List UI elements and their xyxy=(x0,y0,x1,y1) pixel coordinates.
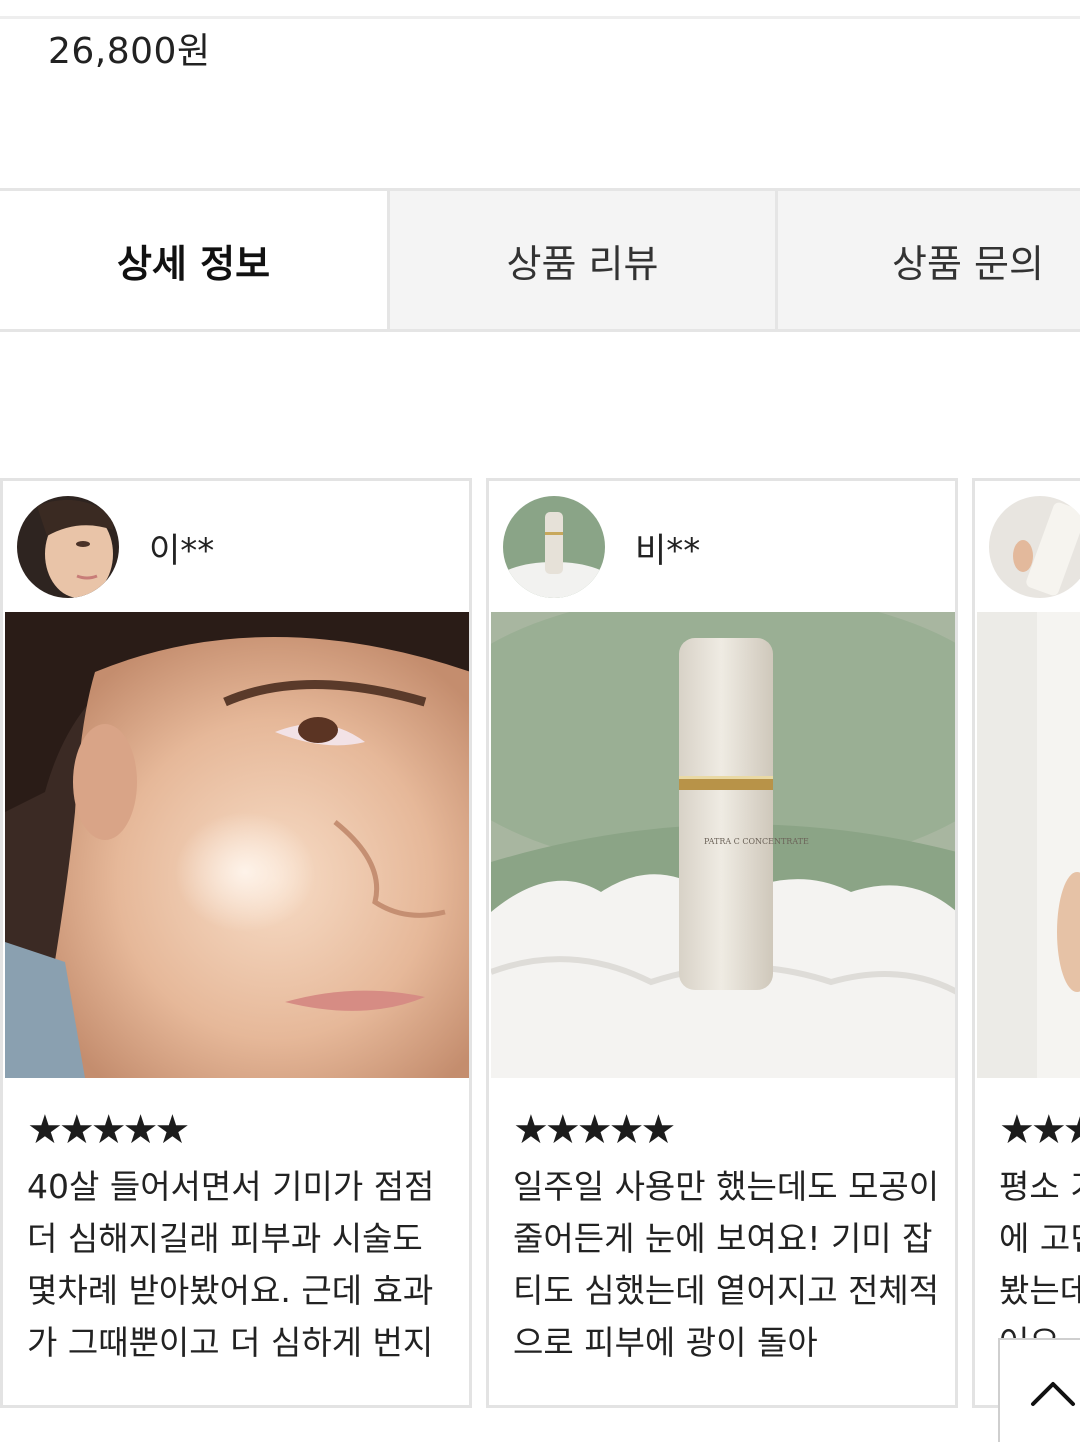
rating-stars: ★★★★★ xyxy=(27,1107,190,1153)
review-photo[interactable] xyxy=(977,612,1080,1078)
rating-stars: ★★★★★ xyxy=(513,1107,676,1153)
avatar xyxy=(989,496,1080,598)
tab-product-reviews[interactable]: 상품 리뷰 xyxy=(387,191,775,329)
avatar xyxy=(17,496,119,598)
chevron-up-icon xyxy=(1031,1382,1075,1406)
review-text[interactable]: 일주일 사용만 했는데도 모공이 줄어든게 눈에 보여요! 기미 잡티도 심했는… xyxy=(513,1161,943,1369)
review-text-line: 에 고민 xyxy=(999,1219,1080,1258)
product-price: 26,800원 xyxy=(48,31,211,72)
product-page: 26,800원 상세 정보 상품 리뷰 상품 문의 이** ★★★★★ 40살 … xyxy=(0,0,1080,1442)
reviewer: 비** xyxy=(503,495,700,599)
reviewer xyxy=(989,495,1080,599)
review-photo[interactable]: PATRA C CONCENTRATE xyxy=(491,612,955,1078)
product-tabs: 상세 정보 상품 리뷰 상품 문의 xyxy=(0,188,1080,332)
review-text[interactable]: 40살 들어서면서 기미가 점점 더 심해지길래 피부과 시술도 몇차례 받아봤… xyxy=(27,1161,457,1369)
reviewer-name: 비** xyxy=(635,530,701,571)
bottle-label: PATRA C CONCENTRATE xyxy=(704,837,809,846)
review-text-line: 평소 기 xyxy=(999,1167,1080,1206)
divider xyxy=(0,16,1080,19)
tab-product-inquiry[interactable]: 상품 문의 xyxy=(775,191,1080,329)
review-card[interactable]: 이** ★★★★★ 40살 들어서면서 기미가 점점 더 심해지길래 피부과 시… xyxy=(0,478,472,1408)
reviewer: 이** xyxy=(17,495,214,599)
reviewer-name: 이** xyxy=(149,530,215,571)
scroll-to-top-button[interactable] xyxy=(998,1338,1080,1442)
rating-stars: ★★★★★ xyxy=(999,1107,1080,1153)
review-photo[interactable] xyxy=(5,612,469,1078)
review-text-line: 봤는데 xyxy=(999,1271,1080,1310)
review-card[interactable]: ★★★★★ 평소 기 에 고민 봤는데 어요. xyxy=(972,478,1080,1408)
review-carousel[interactable]: 이** ★★★★★ 40살 들어서면서 기미가 점점 더 심해지길래 피부과 시… xyxy=(0,478,1080,1408)
avatar xyxy=(503,496,605,598)
tab-detail-info[interactable]: 상세 정보 xyxy=(0,191,387,329)
review-card[interactable]: 비** PATRA C CONCENTRATE ★★★★★ 일주일 사용만 했는… xyxy=(486,478,958,1408)
